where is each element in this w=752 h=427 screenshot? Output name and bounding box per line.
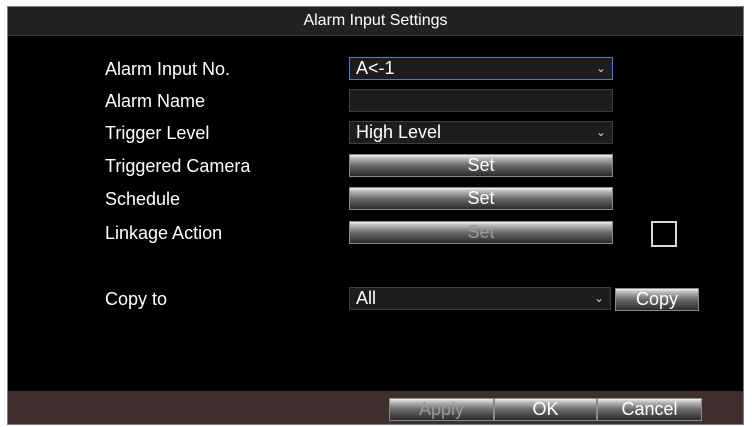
copy-button[interactable]: Copy (615, 288, 699, 311)
schedule-set-button[interactable]: Set (349, 187, 613, 210)
triggered-camera-set-button[interactable]: Set (349, 154, 613, 177)
alarm-name-label: Alarm Name (105, 91, 206, 111)
linkage-action-set-button[interactable]: Set (349, 221, 613, 244)
dialog-title: Alarm Input Settings (8, 7, 743, 36)
chevron-down-icon: ⌄ (593, 291, 604, 305)
cancel-button[interactable]: Cancel (597, 398, 702, 421)
trigger-level-label: Trigger Level (105, 123, 210, 143)
dialog-footer: Apply OK Cancel (8, 391, 743, 424)
chevron-down-icon: ⌄ (595, 61, 606, 75)
triggered-camera-label: Triggered Camera (105, 156, 251, 176)
copy-to-label: Copy to (105, 289, 168, 309)
ok-button[interactable]: OK (494, 398, 597, 421)
alarm-input-settings-dialog: Alarm Input Settings Alarm Input No. A<-… (7, 6, 744, 425)
trigger-level-value: High Level (356, 122, 442, 142)
alarm-input-no-value: A<-1 (356, 58, 395, 78)
trigger-level-select[interactable]: High Level ⌄ (349, 121, 613, 144)
alarm-input-no-label: Alarm Input No. (105, 59, 231, 79)
alarm-name-input[interactable] (349, 89, 613, 112)
copy-to-select[interactable]: All ⌄ (349, 287, 611, 310)
chevron-down-icon: ⌄ (595, 125, 606, 139)
alarm-input-no-select[interactable]: A<-1 ⌄ (349, 57, 613, 80)
linkage-action-checkbox[interactable] (651, 221, 677, 247)
schedule-label: Schedule (105, 189, 181, 209)
linkage-action-label: Linkage Action (105, 223, 223, 243)
copy-to-value: All (356, 288, 377, 308)
apply-button[interactable]: Apply (389, 398, 494, 421)
